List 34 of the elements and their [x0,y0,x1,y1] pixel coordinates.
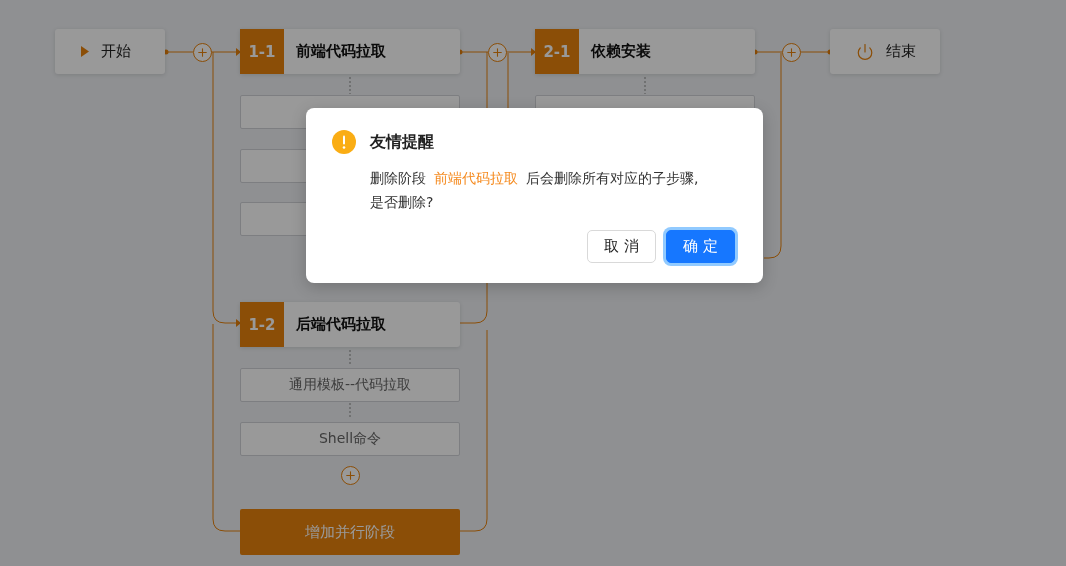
dotted-connector [349,76,351,95]
confirm-button[interactable]: 确 定 [666,230,735,263]
stage-card[interactable]: 2-1 依赖安装 [535,29,755,74]
dotted-connector [349,402,351,420]
stage-index: 1-1 [240,29,284,74]
plus-icon [490,45,504,59]
stage-index: 1-2 [240,302,284,347]
step-item[interactable]: Shell命令 [240,421,460,456]
plus-icon [784,45,798,59]
end-node[interactable]: 结束 [830,29,940,74]
add-stage-button[interactable] [192,42,212,62]
add-stage-button[interactable] [781,42,801,62]
warning-icon [332,130,356,154]
start-node[interactable]: 开始 [55,29,165,74]
dotted-connector [644,76,646,95]
stage-card[interactable]: 1-2 后端代码拉取 [240,302,460,347]
dialog-title: 友情提醒 [370,131,434,153]
play-icon [81,46,89,57]
add-stage-button[interactable] [487,42,507,62]
stage-index: 2-1 [535,29,579,74]
plus-icon [195,45,209,59]
dialog-message: 删除阶段 前端代码拉取 后会删除所有对应的子步骤, 是否删除? [370,169,700,212]
end-label: 结束 [886,42,916,61]
dotted-connector [349,349,351,367]
stage-card[interactable]: 1-1 前端代码拉取 [240,29,460,74]
start-label: 开始 [101,42,131,61]
cancel-button[interactable]: 取 消 [587,230,657,263]
step-item[interactable]: 通用模板--代码拉取 [240,368,460,402]
power-icon [856,42,874,61]
plus-icon [343,469,357,482]
add-step-button[interactable] [340,466,360,485]
stage-title: 后端代码拉取 [296,315,386,334]
stage-title: 依赖安装 [591,42,651,61]
stage-title: 前端代码拉取 [296,42,386,61]
